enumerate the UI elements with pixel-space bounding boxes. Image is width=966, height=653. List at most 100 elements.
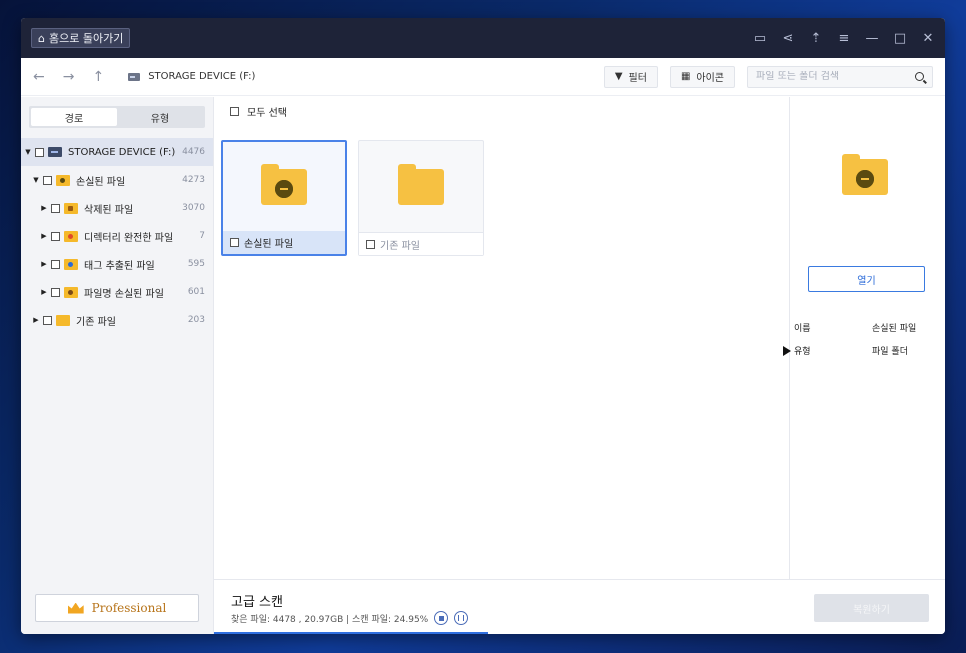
toolbar: ← → ↑ STORAGE DEVICE (F:) ▼ 필터 ▦ 아이콘 — [21, 58, 945, 96]
lost-folder-icon — [842, 154, 888, 195]
collapse-arrow-icon[interactable]: ▶ — [39, 288, 49, 296]
select-all-label: 모두 선택 — [247, 107, 287, 119]
collapse-arrow-icon[interactable]: ▶ — [39, 232, 49, 240]
deleted-folder-icon — [64, 202, 78, 214]
search-icon[interactable] — [915, 72, 924, 81]
tree-item-existing-files[interactable]: ▶ 기존 파일 203 — [21, 306, 213, 334]
card-label: 기존 파일 — [380, 240, 420, 252]
tab-path[interactable]: 경로 — [31, 108, 117, 126]
content-area: 경로 유형 ▼ STORAGE DEVICE (F:) 4476 ▼ 손실된 파… — [21, 97, 945, 634]
file-grid: 손실된 파일 기존 파일 — [214, 125, 789, 256]
card-checkbox[interactable] — [366, 239, 375, 249]
drive-icon — [128, 72, 141, 81]
close-icon[interactable]: ✕ — [921, 31, 935, 46]
home-button[interactable]: ⌂ 홈으로 돌아가기 — [31, 28, 131, 48]
property-type: 유형 파일 폴더 — [783, 344, 945, 357]
select-all-checkbox[interactable] — [230, 106, 239, 116]
tree-item-name-lost-files[interactable]: ▶ 파일명 손실된 파일 601 — [21, 278, 213, 306]
search-input[interactable] — [756, 71, 916, 82]
expand-arrow-icon[interactable]: ▼ — [31, 176, 41, 184]
scan-info: 찾은 파일: 4478 , 20.97GB | 스캔 파일: 24.95% — [231, 611, 469, 625]
tree-item-label: 기존 파일 — [76, 316, 116, 328]
tree-item-drive[interactable]: ▼ STORAGE DEVICE (F:) 4476 — [21, 138, 213, 166]
tree-item-count: 601 — [187, 287, 205, 297]
app-window: ⌂ 홈으로 돌아가기 ▭ ⋖ ⇡ ≡ — □ ✕ ← → ↑ STORAGE D… — [21, 18, 945, 634]
up-arrow-icon[interactable]: ↑ — [92, 69, 104, 85]
share-icon[interactable]: ⋖ — [781, 31, 795, 46]
preview-folder — [842, 154, 888, 195]
tree-item-count: 7 — [199, 231, 205, 241]
funnel-icon: ▼ — [614, 71, 623, 82]
tree-item-label: 디렉터리 완전한 파일 — [84, 232, 174, 244]
pause-icon[interactable] — [454, 611, 469, 625]
maximize-icon[interactable]: □ — [893, 31, 907, 46]
file-card-existing-files[interactable]: 기존 파일 — [358, 140, 484, 256]
professional-button[interactable]: Professional — [35, 594, 199, 622]
expand-arrow-icon[interactable]: ▼ — [23, 148, 33, 156]
card-footer: 손실된 파일 — [223, 231, 345, 254]
collapse-arrow-icon[interactable]: ▶ — [39, 260, 49, 268]
property-name: 이름 손실된 파일 — [794, 321, 945, 334]
property-value: 파일 폴더 — [872, 347, 908, 357]
select-all[interactable]: 모두 선택 — [214, 97, 789, 125]
lost-folder-icon — [261, 163, 307, 205]
home-label: 홈으로 돌아가기 — [48, 32, 124, 45]
folder-icon — [398, 163, 444, 205]
search-box — [747, 65, 933, 88]
collapse-arrow-icon[interactable]: ▶ — [39, 204, 49, 212]
breadcrumb-path[interactable]: STORAGE DEVICE (F:) — [148, 71, 255, 82]
file-card-lost-files[interactable]: 손실된 파일 — [221, 140, 347, 256]
scan-progress-bar — [214, 632, 488, 634]
tree-item-deleted-files[interactable]: ▶ 삭제된 파일 3070 — [21, 194, 213, 222]
grid-icon: ▦ — [680, 71, 691, 82]
tree-checkbox[interactable] — [35, 147, 44, 157]
forward-arrow-icon[interactable]: → — [63, 69, 75, 85]
tree-checkbox[interactable] — [51, 287, 60, 297]
sidebar-tabs: 경로 유형 — [29, 106, 205, 128]
sidebar: 경로 유형 ▼ STORAGE DEVICE (F:) 4476 ▼ 손실된 파… — [21, 97, 214, 634]
property-key: 이름 — [794, 324, 811, 334]
tree-item-count: 203 — [187, 315, 205, 325]
tree-checkbox[interactable] — [51, 203, 60, 213]
minimize-icon[interactable]: — — [865, 31, 879, 46]
nav-buttons: ← → ↑ — [33, 69, 104, 85]
card-label: 손실된 파일 — [244, 239, 294, 250]
tree-item-label: 삭제된 파일 — [84, 204, 134, 216]
tree-item-directory-files[interactable]: ▶ 디렉터리 완전한 파일 7 — [21, 222, 213, 250]
filter-button[interactable]: ▼ 필터 — [603, 65, 658, 88]
stop-icon[interactable] — [434, 611, 449, 625]
tree-item-count: 3070 — [182, 203, 205, 213]
feedback-icon[interactable]: ▭ — [753, 31, 767, 46]
tree-item-label: 태그 추출된 파일 — [84, 260, 155, 272]
tab-type[interactable]: 유형 — [117, 108, 203, 126]
tree-item-tag-files[interactable]: ▶ 태그 추출된 파일 595 — [21, 250, 213, 278]
tree-checkbox[interactable] — [43, 175, 52, 185]
tree-item-label: 파일명 손실된 파일 — [84, 288, 164, 300]
back-arrow-icon[interactable]: ← — [33, 69, 45, 85]
collapse-arrow-icon[interactable]: ▶ — [31, 316, 41, 324]
tree-item-lost-files[interactable]: ▼ 손실된 파일 4273 — [21, 166, 213, 194]
title-bar: ⌂ 홈으로 돌아가기 ▭ ⋖ ⇡ ≡ — □ ✕ — [21, 18, 945, 58]
property-value: 손실된 파일 — [872, 324, 917, 334]
recover-button[interactable]: 복원하기 — [814, 594, 929, 622]
scan-title: 고급 스캔 — [231, 595, 283, 610]
open-button[interactable]: 열기 — [808, 266, 925, 292]
tree-item-count: 595 — [187, 259, 205, 269]
filter-label: 필터 — [628, 73, 647, 84]
tree-checkbox[interactable] — [51, 231, 60, 241]
name-lost-folder-icon — [64, 286, 78, 298]
view-mode-button[interactable]: ▦ 아이콘 — [669, 65, 735, 88]
breadcrumb: STORAGE DEVICE (F:) — [128, 71, 255, 82]
property-key: 유형 — [794, 347, 811, 357]
card-checkbox[interactable] — [230, 238, 239, 247]
tree-checkbox[interactable] — [43, 315, 52, 325]
status-bar: 고급 스캔 찾은 파일: 4478 , 20.97GB | 스캔 파일: 24.… — [214, 579, 945, 634]
details-panel: 열기 이름 손실된 파일 유형 파일 폴더 — [783, 97, 945, 579]
tree-item-label: STORAGE DEVICE (F:) — [68, 146, 176, 158]
tree-checkbox[interactable] — [51, 259, 60, 269]
upload-icon[interactable]: ⇡ — [809, 31, 823, 46]
file-view: 모두 선택 손실된 파일 기존 파일 — [214, 97, 789, 579]
menu-icon[interactable]: ≡ — [837, 31, 851, 46]
lost-folder-icon — [56, 174, 70, 186]
window-controls: ▭ ⋖ ⇡ ≡ — □ ✕ — [753, 31, 935, 46]
